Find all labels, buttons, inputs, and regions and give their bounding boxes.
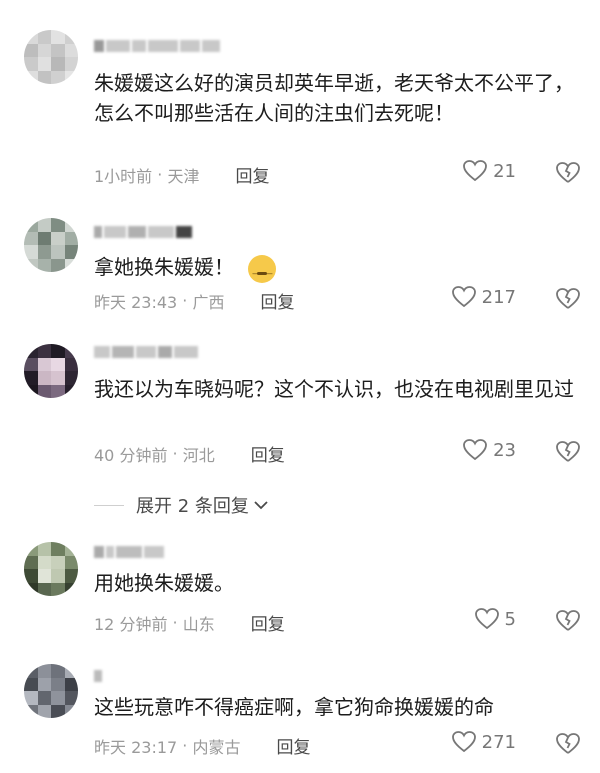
- comment-meta: 昨天 23:17 · 内蒙古 回复: [94, 733, 310, 758]
- username-blurred[interactable]: [94, 668, 244, 684]
- heart-outline-icon: [451, 731, 476, 753]
- comment-text: 我还以为车晓妈呢？这个不认识，也没在电视剧里见过: [94, 377, 574, 401]
- username-blurred[interactable]: [94, 38, 244, 54]
- like-button[interactable]: 271: [451, 731, 516, 753]
- like-count: 5: [504, 608, 516, 630]
- username-blurred[interactable]: [94, 344, 244, 360]
- like-button[interactable]: 217: [451, 286, 516, 308]
- like-button[interactable]: 21: [463, 160, 516, 182]
- avatar[interactable]: [24, 542, 78, 596]
- heart-outline-icon: [463, 160, 487, 182]
- heart-outline-icon: [451, 286, 476, 308]
- broken-heart-icon[interactable]: [556, 733, 580, 755]
- comment-meta: 40 分钟前 · 河北 回复: [94, 441, 285, 466]
- comment-time: 12 分钟前: [94, 614, 168, 634]
- comment-location: 天津: [167, 166, 200, 186]
- comment-location: 山东: [182, 614, 215, 634]
- comment-text: 用她换朱媛媛。: [94, 571, 234, 595]
- comment-time: 昨天 23:17: [94, 737, 178, 757]
- comment-time: 40 分钟前: [94, 445, 168, 465]
- like-count: 271: [481, 731, 516, 753]
- chevron-down-icon: [254, 501, 268, 510]
- divider: [94, 504, 124, 506]
- comment-meta: 昨天 23:43 · 广西 回复: [94, 288, 294, 313]
- like-count: 21: [493, 160, 516, 182]
- broken-heart-icon[interactable]: [556, 288, 580, 310]
- comment-location: 广西: [192, 292, 225, 312]
- heart-outline-icon: [474, 608, 499, 630]
- broken-heart-icon[interactable]: [556, 610, 580, 632]
- comment-meta: 1小时前 · 天津 回复: [94, 162, 269, 187]
- comment-text: 朱媛媛这么好的演员却英年早逝，老天爷太不公平了，怎么不叫那些活在人间的注虫们去死…: [94, 71, 574, 125]
- avatar[interactable]: [24, 344, 78, 398]
- like-count: 23: [493, 439, 516, 461]
- username-blurred[interactable]: [94, 224, 244, 240]
- comment-text: 这些玩意咋不得癌症啊，拿它狗命换媛媛的命: [94, 695, 494, 719]
- username-blurred[interactable]: [94, 544, 244, 560]
- comment-location: 内蒙古: [192, 737, 241, 757]
- reply-button[interactable]: 回复: [276, 733, 310, 758]
- expand-replies-label: 展开 2 条回复: [136, 496, 249, 517]
- reply-button[interactable]: 回复: [260, 288, 294, 313]
- comment-time: 昨天 23:43: [94, 292, 178, 312]
- comment-time: 1小时前: [94, 166, 153, 186]
- comment-meta: 12 分钟前 · 山东 回复: [94, 610, 285, 635]
- reply-button[interactable]: 回复: [251, 610, 285, 635]
- heart-outline-icon: [463, 439, 487, 461]
- avatar[interactable]: [24, 664, 78, 718]
- like-count: 217: [481, 286, 516, 308]
- like-button[interactable]: 5: [474, 608, 516, 630]
- broken-heart-icon[interactable]: [556, 162, 580, 184]
- reply-button[interactable]: 回复: [251, 441, 285, 466]
- expand-replies-button[interactable]: 展开 2 条回复: [94, 492, 269, 518]
- avatar[interactable]: [24, 218, 78, 272]
- avatar[interactable]: [24, 30, 78, 84]
- comment-text: 拿她换朱媛媛！: [94, 252, 580, 289]
- comment-location: 河北: [182, 445, 215, 465]
- smirk-emoji-icon: [248, 254, 276, 289]
- reply-button[interactable]: 回复: [235, 162, 269, 187]
- like-button[interactable]: 23: [463, 439, 516, 461]
- broken-heart-icon[interactable]: [556, 441, 580, 463]
